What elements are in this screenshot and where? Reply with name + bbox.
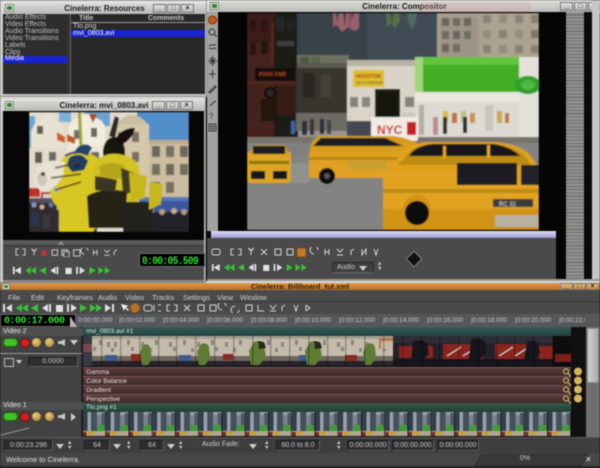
svg-text:?: ? xyxy=(209,112,214,121)
svg-text:NYC: NYC xyxy=(377,123,403,137)
svg-text:AUTO REPAIR: AUTO REPAIR xyxy=(356,80,383,85)
svg-text:RC 32: RC 32 xyxy=(499,202,517,208)
svg-text:PUCK FAIR: PUCK FAIR xyxy=(259,72,286,78)
